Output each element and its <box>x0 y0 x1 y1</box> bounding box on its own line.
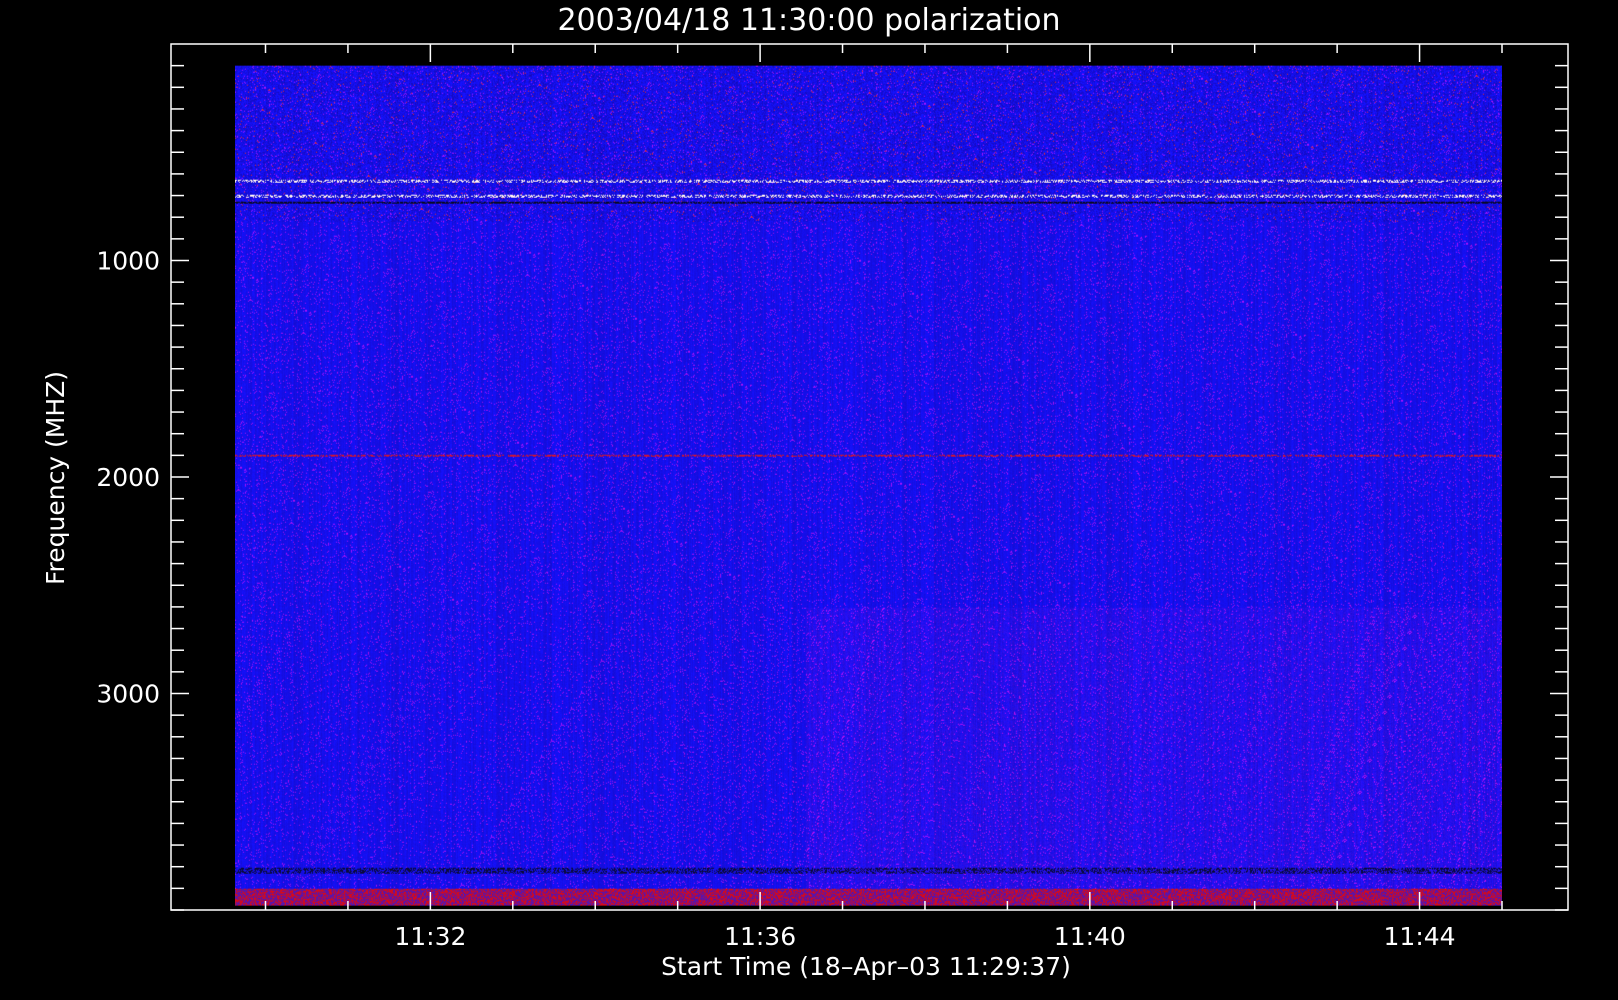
chart-title: 2003/04/18 11:30:00 polarization <box>557 3 1060 38</box>
y-tick-label: 3000 <box>96 680 160 709</box>
x-tick-label: 11:32 <box>394 922 466 951</box>
x-tick-label: 11:40 <box>1054 922 1126 951</box>
y-tick-label: 2000 <box>96 463 160 492</box>
x-axis-label: Start Time (18–Apr–03 11:29:37) <box>661 952 1071 981</box>
heatmap-image <box>235 65 1502 906</box>
x-tick-label: 11:44 <box>1384 922 1456 951</box>
y-tick-label: 1000 <box>96 247 160 276</box>
heatmap-layer <box>235 65 1502 906</box>
y-axis-label: Frequency (MHZ) <box>41 371 70 585</box>
spectrogram-chart: 2003/04/18 11:30:00 polarization 11:32 11… <box>41 3 1569 981</box>
x-tick-label: 11:36 <box>724 922 796 951</box>
